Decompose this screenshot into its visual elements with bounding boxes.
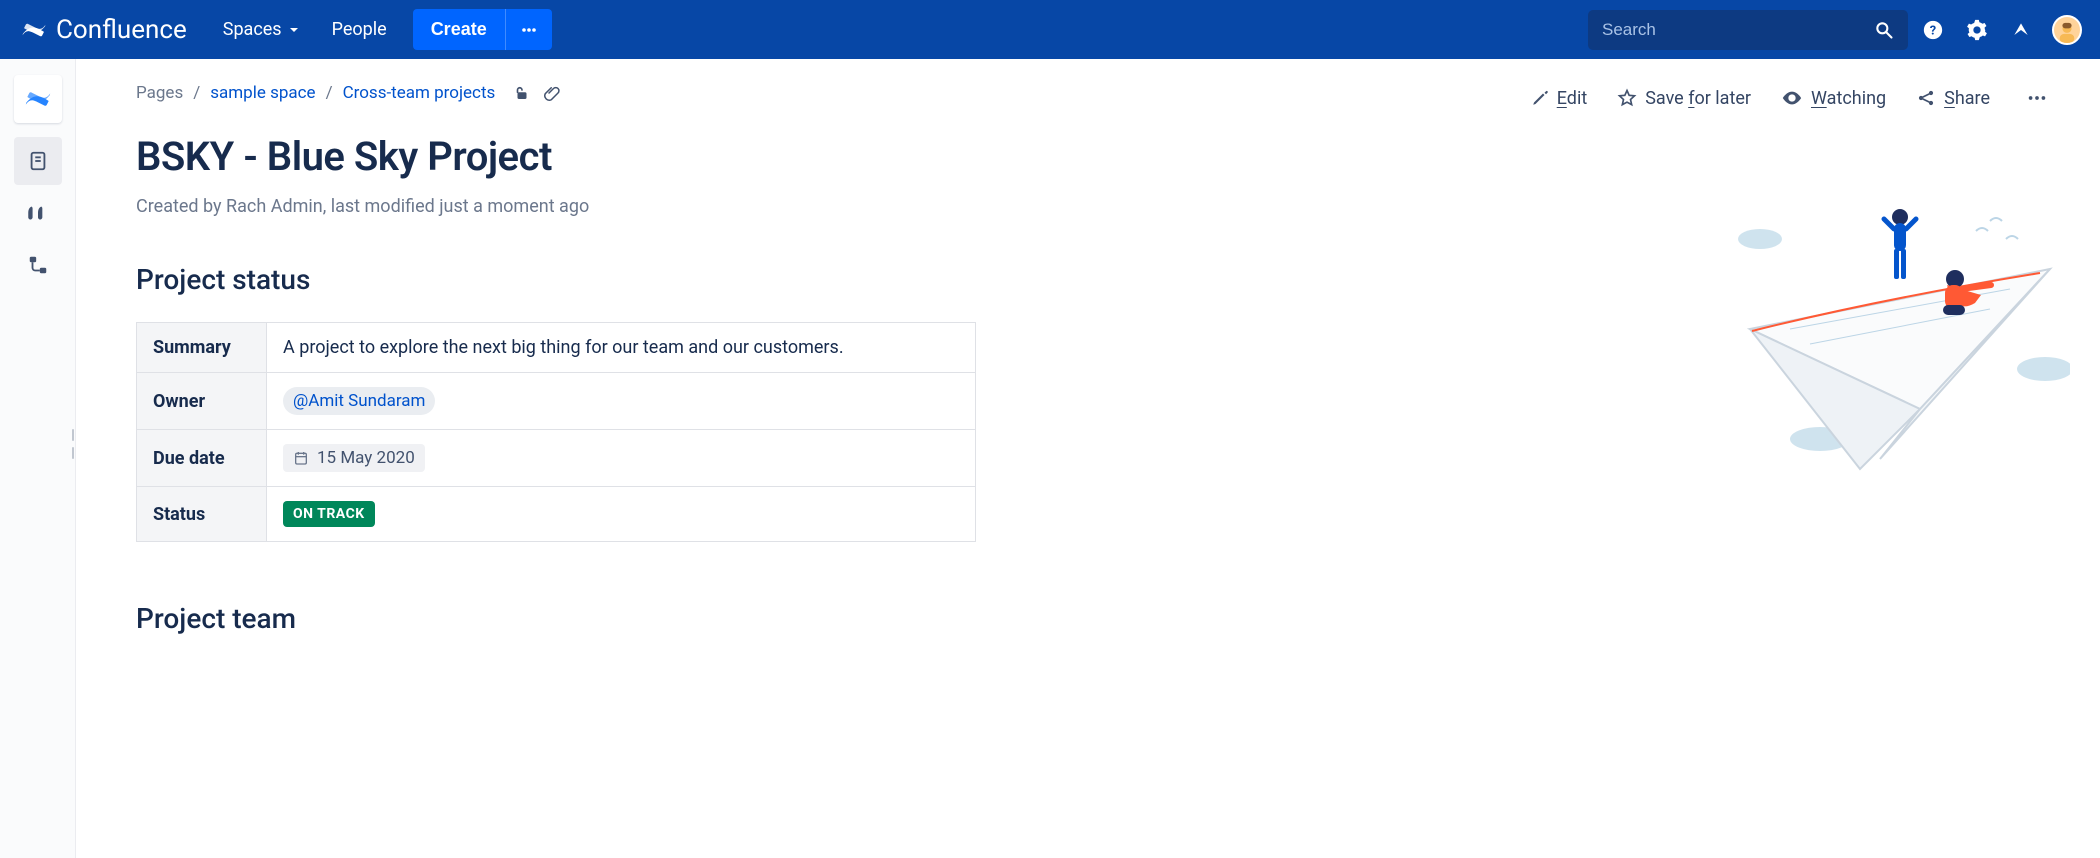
avatar-icon [2056, 21, 2078, 43]
rail-pages[interactable] [14, 137, 62, 185]
nav-right: ? [1588, 10, 2082, 50]
search-input[interactable] [1602, 20, 1874, 40]
edit-label: Edit [1557, 88, 1588, 109]
save-label: Save for later [1645, 88, 1751, 109]
table-row: Due date 15 May 2020 [137, 430, 976, 487]
crumb-space[interactable]: sample space [210, 83, 315, 103]
quote-icon [25, 200, 51, 226]
table-row: Owner @Amit Sundaram [137, 373, 976, 430]
summary-label: Summary [137, 323, 267, 373]
create-button[interactable]: Create [413, 9, 505, 50]
share-button[interactable]: Share [1916, 88, 1990, 109]
owner-label: Owner [137, 373, 267, 430]
share-icon [1916, 88, 1936, 108]
svg-text:?: ? [1930, 23, 1936, 38]
watch-label: Watching [1811, 88, 1886, 109]
page-tree-icon [27, 254, 49, 276]
nav-people[interactable]: People [318, 11, 401, 48]
notification-icon [2011, 20, 2031, 40]
crumb-parent[interactable]: Cross-team projects [343, 83, 496, 103]
side-rail [0, 59, 76, 858]
more-actions-button[interactable] [2020, 83, 2054, 113]
watch-button[interactable]: Watching [1781, 87, 1886, 109]
calendar-icon [293, 450, 309, 466]
help-icon: ? [1922, 19, 1944, 41]
section-project-status: Project status [136, 263, 2060, 296]
content-area: Pages / sample space / Cross-team projec… [76, 59, 2100, 858]
table-row: Status ON TRACK [137, 487, 976, 542]
create-more-button[interactable] [505, 9, 552, 50]
search-box[interactable] [1588, 10, 1908, 50]
summary-value: A project to explore the next big thing … [267, 323, 976, 373]
page-icon [27, 150, 49, 172]
crumb-sep: / [193, 83, 200, 103]
crumb-icons [513, 84, 561, 102]
star-icon [1617, 88, 1637, 108]
due-date-label: Due date [137, 430, 267, 487]
ellipsis-icon [520, 21, 538, 39]
confluence-icon [23, 84, 53, 114]
profile-avatar[interactable] [2052, 15, 2082, 45]
settings-button[interactable] [1958, 11, 1996, 49]
status-lozenge: ON TRACK [283, 501, 375, 527]
section-project-team: Project team [136, 602, 2060, 635]
status-label: Status [137, 487, 267, 542]
status-table: Summary A project to explore the next bi… [136, 322, 976, 542]
paper-plane-illustration [1730, 209, 2070, 509]
unlock-icon [513, 84, 531, 102]
attachment-icon [543, 84, 561, 102]
chevron-down-icon [288, 24, 300, 36]
table-row: Summary A project to explore the next bi… [137, 323, 976, 373]
page-actions: Edit Save for later Watching [1531, 83, 2054, 113]
edit-button[interactable]: Edit [1531, 88, 1588, 109]
restrictions-button[interactable] [513, 84, 531, 102]
help-button[interactable]: ? [1914, 11, 1952, 49]
due-date-chip[interactable]: 15 May 2020 [283, 444, 425, 472]
rail-blog[interactable] [14, 189, 62, 237]
share-label: Share [1944, 88, 1990, 109]
crumb-sep: / [326, 83, 333, 103]
notifications-button[interactable] [2002, 11, 2040, 49]
attachments-button[interactable] [543, 84, 561, 102]
due-date-value: 15 May 2020 [317, 448, 415, 468]
nav-spaces[interactable]: Spaces [209, 11, 314, 48]
nav-people-label: People [332, 19, 387, 40]
create-group: Create [413, 9, 552, 50]
confluence-logo[interactable]: Confluence [20, 15, 187, 45]
gear-icon [1966, 19, 1988, 41]
save-for-later-button[interactable]: Save for later [1617, 88, 1751, 109]
search-icon [1874, 20, 1894, 40]
rail-page-tree[interactable] [14, 241, 62, 289]
eye-icon [1781, 87, 1803, 109]
owner-mention[interactable]: @Amit Sundaram [283, 387, 435, 415]
nav-spaces-label: Spaces [223, 19, 282, 40]
nav-left: Confluence Spaces People Create [20, 9, 552, 50]
global-nav: Confluence Spaces People Create [0, 0, 2100, 59]
crumb-pages[interactable]: Pages [136, 83, 183, 103]
confluence-icon [20, 16, 48, 44]
page-body: Pages / sample space / Cross-team projec… [0, 59, 2100, 858]
product-name: Confluence [56, 15, 187, 45]
page-byline: Created by Rach Admin, last modified jus… [136, 196, 2060, 217]
pencil-icon [1531, 89, 1549, 107]
page-title: BSKY - Blue Sky Project [136, 133, 2060, 180]
rail-space-logo[interactable] [14, 75, 62, 123]
ellipsis-icon [2026, 87, 2048, 109]
